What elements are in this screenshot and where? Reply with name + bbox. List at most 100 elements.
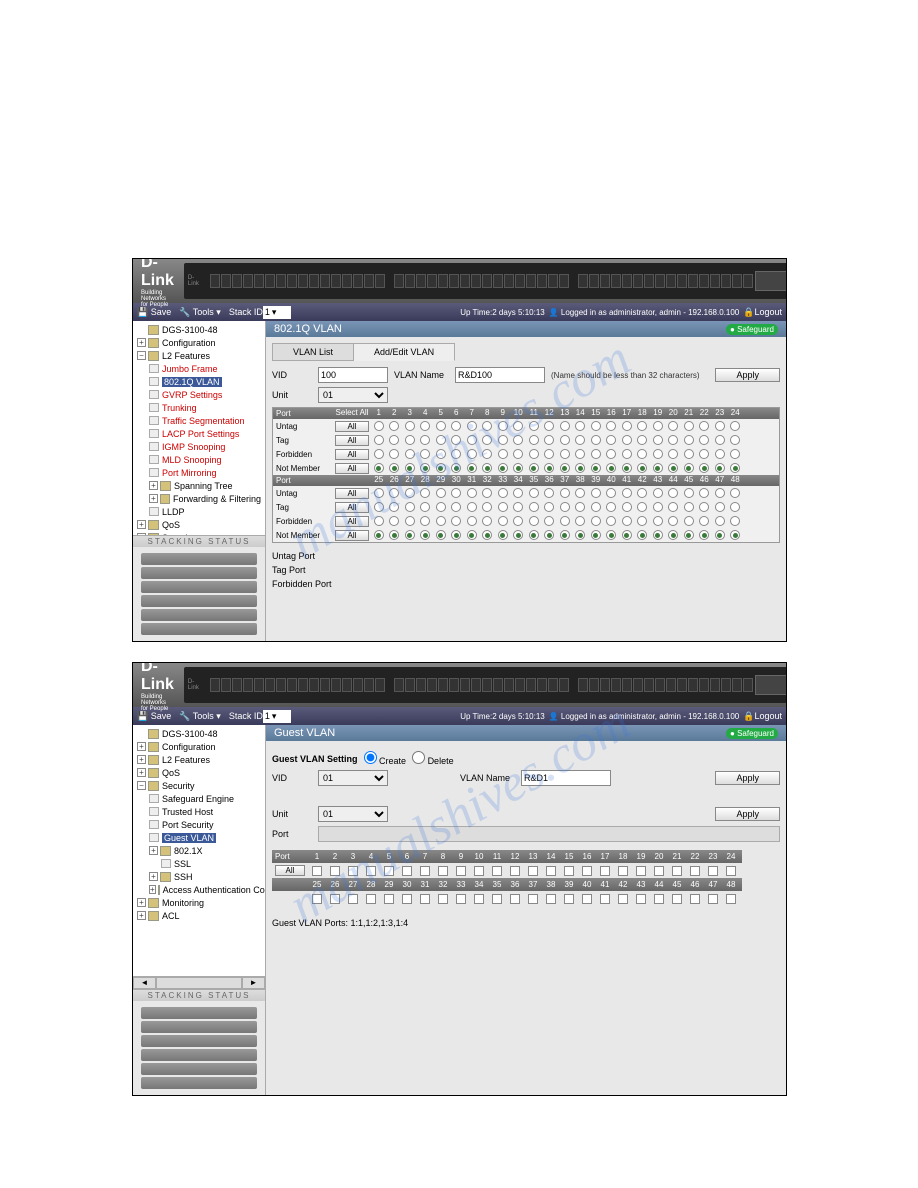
tree-root[interactable]: DGS-3100-48 [135,727,263,740]
apply-button-2[interactable]: Apply [715,807,780,821]
port-checkbox[interactable] [636,866,646,876]
port-radio[interactable] [699,516,709,526]
port-radio[interactable] [420,530,430,540]
port-radio[interactable] [684,449,694,459]
port-radio[interactable] [622,421,632,431]
port-radio[interactable] [575,421,585,431]
port-radio[interactable] [529,421,539,431]
port-radio[interactable] [730,516,740,526]
port-checkbox[interactable] [528,894,538,904]
port-checkbox[interactable] [582,866,592,876]
port-radio[interactable] [420,502,430,512]
all-button-untag[interactable]: All [335,488,369,499]
logout-button[interactable]: 🔒Logout [743,711,782,722]
port-radio[interactable] [653,435,663,445]
stack-id-select[interactable]: 1▾ [263,710,291,723]
tab-add-edit-vlan[interactable]: Add/Edit VLAN [354,343,455,361]
port-radio[interactable] [451,530,461,540]
port-radio[interactable] [653,502,663,512]
port-radio[interactable] [591,421,601,431]
port-radio[interactable] [730,502,740,512]
port-radio[interactable] [529,502,539,512]
all-button-notmember[interactable]: All [335,530,369,541]
tab-vlan-list[interactable]: VLAN List [272,343,354,361]
port-radio[interactable] [389,530,399,540]
port-radio[interactable] [715,516,725,526]
port-radio[interactable] [436,463,446,473]
port-radio[interactable] [436,530,446,540]
port-radio[interactable] [498,516,508,526]
port-checkbox[interactable] [636,894,646,904]
port-radio[interactable] [668,449,678,459]
port-checkbox[interactable] [546,866,556,876]
port-radio[interactable] [389,502,399,512]
tools-menu[interactable]: 🔧 Tools ▾ [179,307,221,318]
port-radio[interactable] [637,488,647,498]
port-radio[interactable] [622,435,632,445]
port-radio[interactable] [606,516,616,526]
port-radio[interactable] [405,421,415,431]
port-radio[interactable] [560,530,570,540]
tree-safeguard-engine[interactable]: Safeguard Engine [135,792,263,805]
port-radio[interactable] [622,449,632,459]
port-radio[interactable] [560,488,570,498]
port-checkbox[interactable] [384,894,394,904]
save-button[interactable]: 💾 Save [137,711,171,722]
port-radio[interactable] [668,530,678,540]
port-radio[interactable] [436,516,446,526]
port-radio[interactable] [467,435,477,445]
port-radio[interactable] [575,435,585,445]
port-radio[interactable] [405,449,415,459]
port-radio[interactable] [606,435,616,445]
port-radio[interactable] [575,463,585,473]
port-radio[interactable] [653,463,663,473]
port-radio[interactable] [389,516,399,526]
port-radio[interactable] [715,449,725,459]
port-checkbox[interactable] [402,894,412,904]
delete-radio[interactable]: Delete [412,751,454,766]
port-radio[interactable] [606,502,616,512]
port-radio[interactable] [637,435,647,445]
port-checkbox[interactable] [492,894,502,904]
port-radio[interactable] [513,502,523,512]
port-radio[interactable] [467,530,477,540]
port-radio[interactable] [374,516,384,526]
port-radio[interactable] [436,488,446,498]
port-checkbox[interactable] [384,866,394,876]
port-radio[interactable] [420,488,430,498]
port-radio[interactable] [668,463,678,473]
port-radio[interactable] [374,488,384,498]
port-radio[interactable] [513,435,523,445]
port-radio[interactable] [420,435,430,445]
port-checkbox[interactable] [510,866,520,876]
port-checkbox[interactable] [348,894,358,904]
apply-button[interactable]: Apply [715,368,780,382]
port-checkbox[interactable] [420,894,430,904]
port-radio[interactable] [544,449,554,459]
port-checkbox[interactable] [690,866,700,876]
port-checkbox[interactable] [312,894,322,904]
port-radio[interactable] [560,421,570,431]
port-radio[interactable] [730,421,740,431]
port-checkbox[interactable] [312,866,322,876]
tree-spanning-tree[interactable]: +Spanning Tree [135,479,263,492]
port-radio[interactable] [699,530,709,540]
port-radio[interactable] [544,516,554,526]
tree-l2features[interactable]: −L2 Features [135,349,263,362]
vlan-name-input[interactable] [521,770,611,786]
port-radio[interactable] [389,421,399,431]
port-radio[interactable] [544,488,554,498]
unit-select[interactable]: 01 [318,387,388,403]
port-radio[interactable] [405,488,415,498]
port-checkbox[interactable] [600,866,610,876]
port-radio[interactable] [482,516,492,526]
tree-acl[interactable]: +ACL [135,909,263,922]
port-radio[interactable] [374,421,384,431]
vlan-name-input[interactable] [455,367,545,383]
tree-jumbo-frame[interactable]: Jumbo Frame [135,362,263,375]
tree-ssh[interactable]: +SSH [135,870,263,883]
port-radio[interactable] [622,530,632,540]
port-radio[interactable] [529,488,539,498]
tree-configuration[interactable]: +Configuration [135,740,263,753]
port-radio[interactable] [513,421,523,431]
